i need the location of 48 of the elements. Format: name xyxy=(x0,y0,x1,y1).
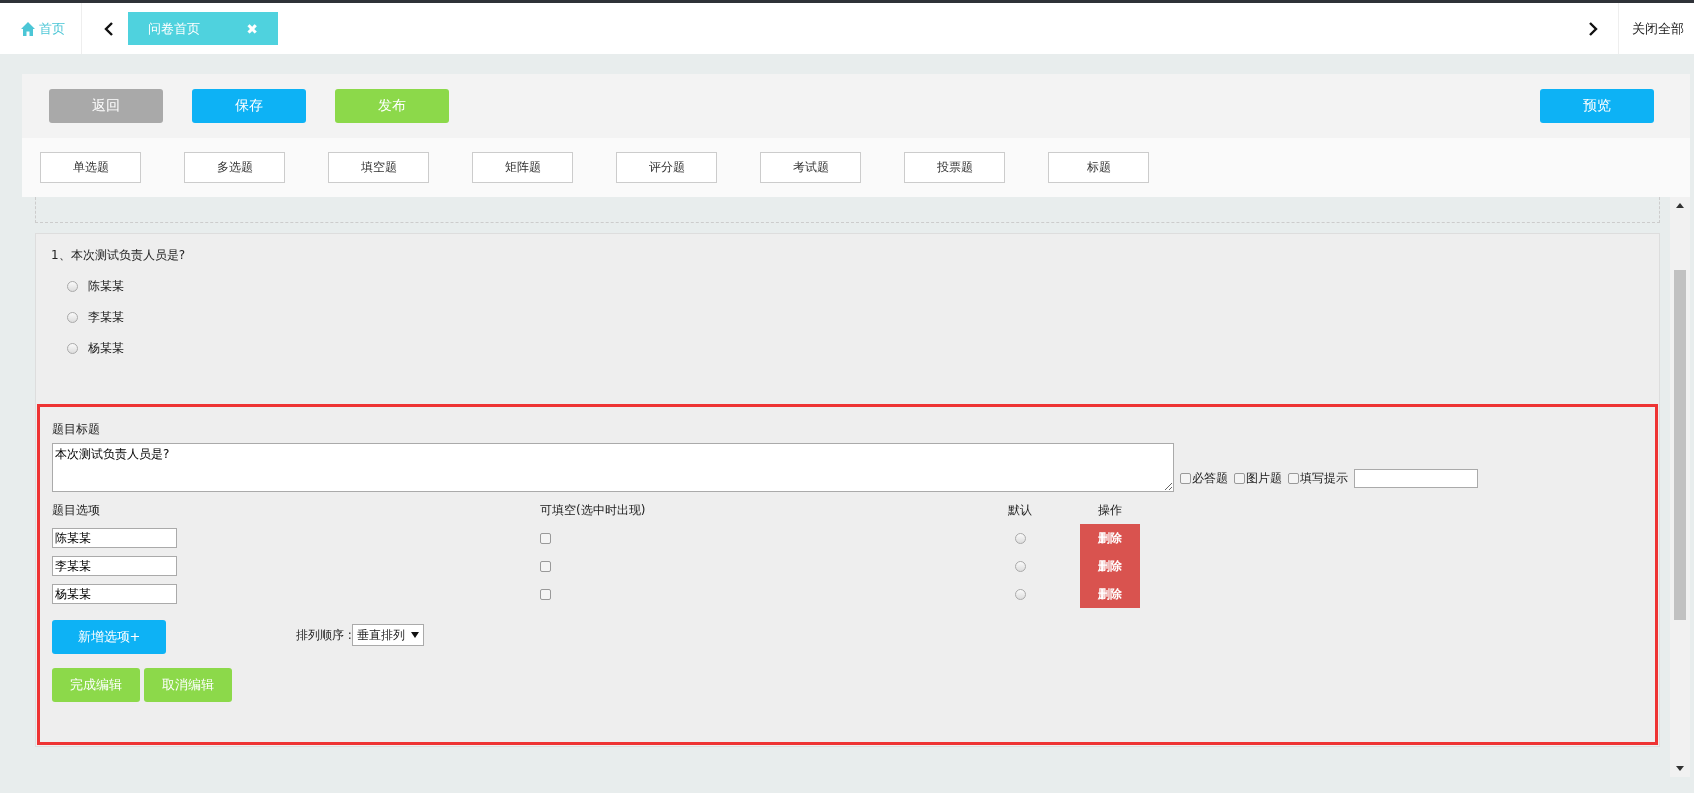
question-type-button[interactable]: 评分题 xyxy=(616,152,717,183)
checkbox[interactable] xyxy=(540,532,551,544)
question-type-button[interactable]: 投票题 xyxy=(904,152,1005,183)
order-select[interactable]: 垂直排列 xyxy=(351,624,424,646)
chevron-right-icon[interactable] xyxy=(1588,21,1598,36)
checkbox[interactable] xyxy=(1234,473,1245,484)
checkbox[interactable] xyxy=(1180,473,1191,484)
checkbox-label: 图片题 xyxy=(1246,470,1282,487)
question-type-button[interactable]: 标题 xyxy=(1048,152,1149,183)
checkbox-label: 必答题 xyxy=(1192,470,1228,487)
hint-input[interactable] xyxy=(1354,469,1478,488)
scroll-up-icon[interactable] xyxy=(1676,203,1684,208)
order-label: 排列顺序 : xyxy=(296,626,352,644)
radio-button[interactable] xyxy=(67,343,78,354)
option-input[interactable]: 陈某某 xyxy=(52,528,177,548)
radio-button[interactable] xyxy=(67,281,78,292)
option-input[interactable]: 李某某 xyxy=(52,556,177,576)
radio-button[interactable] xyxy=(1014,532,1026,544)
checkbox[interactable] xyxy=(1288,473,1299,484)
question-type-button[interactable]: 考试题 xyxy=(760,152,861,183)
column-header: 可填空(选中时出现) xyxy=(540,501,647,519)
dropdown-icon xyxy=(410,632,419,638)
chevron-left-icon[interactable] xyxy=(104,21,114,36)
question-type-button[interactable]: 矩阵题 xyxy=(472,152,573,183)
scroll-down-icon[interactable] xyxy=(1676,766,1684,771)
checkbox[interactable] xyxy=(540,560,551,572)
home-icon xyxy=(20,20,36,37)
radio-button[interactable] xyxy=(1014,588,1026,600)
question-title: 1、本次测试负责人员是? xyxy=(50,247,186,264)
question-type-button[interactable]: 多选题 xyxy=(184,152,285,183)
checkbox[interactable] xyxy=(540,588,551,600)
tab-label: 问卷首页 xyxy=(148,19,200,38)
scrollbar[interactable] xyxy=(1670,197,1690,777)
option-input[interactable]: 杨某某 xyxy=(52,584,177,604)
question-type-button[interactable]: 填空题 xyxy=(328,152,429,183)
column-header: 操作 xyxy=(1097,501,1123,519)
question-type-button[interactable]: 单选题 xyxy=(40,152,141,183)
option-label: 杨某某 xyxy=(88,340,124,357)
column-header: 默认 xyxy=(1007,501,1033,519)
option-label: 李某某 xyxy=(88,309,124,326)
radio-button[interactable] xyxy=(67,312,78,323)
title-input[interactable]: 本次测试负责人员是? xyxy=(52,443,1174,492)
checkbox-label: 填写提示 xyxy=(1300,470,1348,487)
radio-button[interactable] xyxy=(1014,560,1026,572)
field-label: 题目标题 xyxy=(52,421,101,438)
option-label: 陈某某 xyxy=(88,278,124,295)
column-header: 题目选项 xyxy=(52,501,101,519)
close-all-button[interactable]: 关闭全部 xyxy=(1618,3,1694,54)
